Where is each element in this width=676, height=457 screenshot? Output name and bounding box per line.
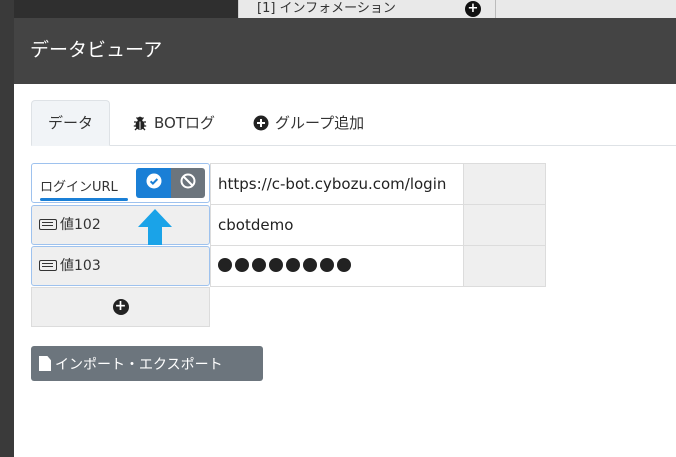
plus-circle-icon: + bbox=[112, 299, 129, 315]
tab-add-group[interactable]: グループ追加 bbox=[253, 100, 364, 146]
import-export-button[interactable]: インポート・エクスポート bbox=[31, 346, 263, 381]
masked-value bbox=[218, 258, 351, 272]
background-tab-title: [1] インフォメーション bbox=[257, 1, 396, 16]
tab-bar: データ BOTログ グループ追加 bbox=[31, 100, 676, 146]
cancel-button[interactable] bbox=[171, 168, 205, 198]
value-text: https://c-bot.cybozu.com/login bbox=[218, 175, 447, 193]
mask-dot bbox=[218, 258, 232, 272]
value-cell[interactable]: cbotdemo bbox=[210, 204, 464, 246]
mask-dot bbox=[303, 258, 317, 272]
extra-cell bbox=[463, 204, 546, 246]
key-cell[interactable]: 値102 bbox=[31, 205, 210, 245]
key-input[interactable]: ログインURL bbox=[40, 176, 118, 195]
add-row-button[interactable]: + bbox=[31, 287, 210, 327]
tab-add-group-label: グループ追加 bbox=[275, 114, 365, 132]
value-cell[interactable]: https://c-bot.cybozu.com/login bbox=[210, 163, 464, 205]
plus-circle-icon bbox=[253, 115, 269, 131]
background-tab-bar: [1] インフォメーション + bbox=[238, 0, 676, 18]
import-export-label: インポート・エクスポート bbox=[55, 356, 223, 373]
modal-title: データビューア bbox=[30, 39, 163, 61]
check-circle-icon bbox=[146, 173, 162, 193]
background-plus-icon: + bbox=[465, 1, 481, 17]
modal-header: データビューア bbox=[14, 18, 676, 84]
key-label: 値103 bbox=[39, 247, 101, 285]
extra-cell bbox=[463, 163, 546, 205]
mask-dot bbox=[269, 258, 283, 272]
arrow-up-icon bbox=[138, 209, 172, 245]
key-cell-editing[interactable]: ログインURL bbox=[31, 163, 210, 203]
background-divider bbox=[495, 0, 496, 18]
bug-icon bbox=[132, 115, 148, 131]
value-cell-masked[interactable] bbox=[210, 245, 464, 287]
tab-bot-log[interactable]: BOTログ bbox=[132, 100, 215, 146]
tab-data-label: データ bbox=[48, 114, 94, 132]
value-text: cbotdemo bbox=[218, 216, 294, 234]
tab-bot-log-label: BOTログ bbox=[154, 114, 215, 132]
mask-dot bbox=[286, 258, 300, 272]
mask-dot bbox=[252, 258, 266, 272]
keyboard-icon bbox=[39, 259, 57, 271]
extra-cell bbox=[463, 245, 546, 287]
keyboard-icon bbox=[39, 218, 57, 230]
ban-icon bbox=[180, 173, 196, 193]
key-input-underline bbox=[40, 198, 128, 201]
data-viewer-modal: データビューア データ BOTログ グループ追加 ログインURL https:/… bbox=[14, 18, 676, 457]
tab-data[interactable]: データ bbox=[31, 100, 111, 146]
confirm-button[interactable] bbox=[136, 168, 171, 198]
key-cell[interactable]: 値103 bbox=[31, 246, 210, 286]
mask-dot bbox=[337, 258, 351, 272]
file-icon bbox=[39, 356, 51, 371]
mask-dot bbox=[235, 258, 249, 272]
background-sidebar bbox=[0, 0, 14, 457]
mask-dot bbox=[320, 258, 334, 272]
key-label: 値102 bbox=[39, 206, 101, 244]
